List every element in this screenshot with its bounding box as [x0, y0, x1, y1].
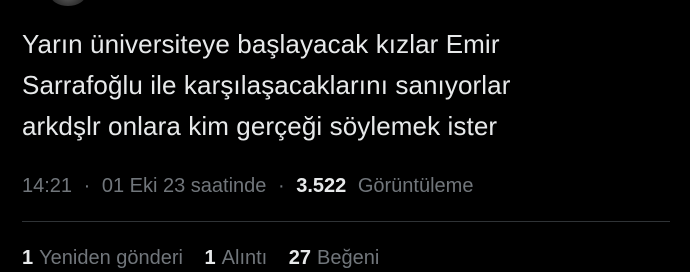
- quotes-count: 1: [204, 247, 216, 269]
- tweet-time-link[interactable]: 14:21: [22, 175, 72, 197]
- separator-dot: ·: [277, 175, 285, 197]
- tweet-text-line: arkdşlr onlara kim gerçeği söylemek iste…: [22, 111, 498, 141]
- reposts-count: 1: [22, 247, 34, 269]
- quotes-link[interactable]: 1 Alıntı: [205, 247, 273, 269]
- tweet-date-link[interactable]: 01 Eki 23 saatinde: [102, 175, 267, 197]
- quotes-label: Alıntı: [221, 247, 268, 269]
- tweet-metadata: 14:21 · 01 Eki 23 saatinde · 3.522 Görün…: [22, 172, 473, 200]
- reposts-link[interactable]: 1 Yeniden gönderi: [22, 247, 189, 269]
- views-count: 3.522: [296, 175, 347, 197]
- tweet-text-line: Sarrafoğlu ile karşılaşacaklarını sanıyo…: [22, 70, 511, 100]
- views-label: Görüntüleme: [357, 175, 474, 197]
- avatar[interactable]: [50, 0, 86, 6]
- reposts-label: Yeniden gönderi: [39, 247, 183, 269]
- tweet-text: Yarın üniversiteye başlayacak kızlar Emi…: [22, 24, 672, 147]
- divider: [22, 221, 670, 222]
- separator-dot: ·: [83, 175, 91, 197]
- tweet-text-line: Yarın üniversiteye başlayacak kızlar Emi…: [22, 29, 500, 59]
- likes-count: 27: [288, 247, 312, 269]
- likes-label: Beğeni: [317, 247, 380, 269]
- likes-link[interactable]: 27 Beğeni: [289, 247, 380, 269]
- engagement-stats: 1 Yeniden gönderi 1 Alıntı 27 Beğeni: [22, 244, 395, 272]
